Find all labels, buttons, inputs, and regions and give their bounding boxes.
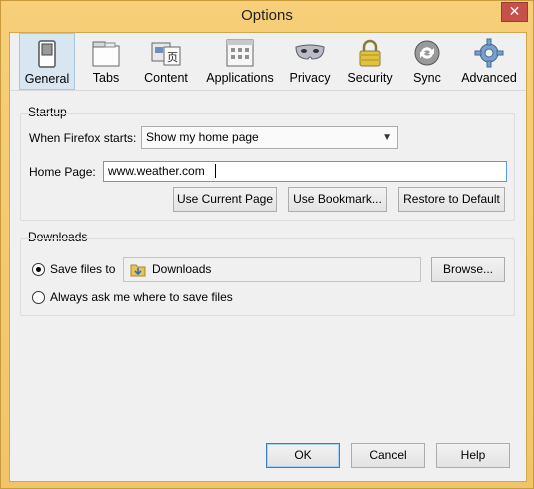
mask-icon: [295, 44, 325, 60]
close-icon: ✕: [508, 3, 521, 19]
tab-tabs-label: Tabs: [92, 71, 120, 85]
help-button[interactable]: Help: [436, 443, 510, 468]
when-starts-select[interactable]: Show my home page ▼: [141, 126, 398, 149]
lock-icon: [359, 39, 381, 67]
when-starts-label: When Firefox starts:: [29, 131, 137, 145]
sync-icon: [414, 40, 440, 66]
tab-privacy[interactable]: Privacy: [285, 33, 335, 90]
text-cursor-icon: [215, 164, 221, 178]
use-bookmark-button[interactable]: Use Bookmark...: [288, 187, 387, 212]
home-page-input[interactable]: www.weather.com: [103, 161, 507, 182]
save-files-label[interactable]: Save files to: [50, 262, 115, 276]
always-ask-label[interactable]: Always ask me where to save files: [50, 290, 233, 304]
home-page-value: www.weather.com: [108, 164, 205, 178]
download-folder-field[interactable]: Downloads: [123, 257, 421, 282]
tab-content[interactable]: 页 Content: [137, 33, 195, 90]
always-ask-radio[interactable]: [32, 291, 45, 304]
tab-sync[interactable]: Sync: [405, 33, 449, 90]
close-button[interactable]: ✕: [501, 2, 528, 22]
window-title: Options: [241, 7, 293, 24]
tabs-icon: [92, 41, 120, 67]
options-window: Options ✕ General Tabs 页 Content Applica…: [0, 0, 534, 489]
restore-default-button[interactable]: Restore to Default: [398, 187, 505, 212]
applications-icon: [226, 39, 254, 67]
dialog-client-area: General Tabs 页 Content Applications Priv…: [9, 32, 527, 482]
content-icon: 页: [151, 42, 181, 66]
tab-general-label: General: [24, 72, 70, 86]
tab-applications[interactable]: Applications: [201, 33, 279, 90]
home-page-label: Home Page:: [29, 165, 96, 179]
tab-content-label: Content: [144, 71, 188, 85]
tab-tabs[interactable]: Tabs: [81, 33, 131, 90]
save-files-radio[interactable]: [32, 263, 45, 276]
title-bar[interactable]: Options ✕: [1, 1, 533, 32]
chevron-down-icon: ▼: [382, 132, 392, 143]
browse-button[interactable]: Browse...: [431, 257, 505, 282]
tab-sync-label: Sync: [413, 71, 441, 85]
use-current-page-button[interactable]: Use Current Page: [173, 187, 277, 212]
switch-icon: [38, 40, 56, 68]
folder-icon: [130, 264, 146, 277]
tab-security-label: Security: [347, 71, 393, 85]
download-folder-value: Downloads: [152, 262, 212, 276]
tab-advanced-label: Advanced: [461, 71, 517, 85]
category-toolbar: General Tabs 页 Content Applications Priv…: [10, 33, 526, 91]
tab-advanced[interactable]: Advanced: [455, 33, 523, 90]
tab-general[interactable]: General: [19, 33, 75, 90]
ok-button[interactable]: OK: [266, 443, 340, 468]
tab-security[interactable]: Security: [341, 33, 399, 90]
svg-text:页: 页: [167, 51, 178, 64]
cancel-button[interactable]: Cancel: [351, 443, 425, 468]
tab-privacy-label: Privacy: [289, 71, 331, 85]
gear-icon: [474, 38, 504, 68]
tab-applications-label: Applications: [206, 71, 274, 85]
when-starts-value: Show my home page: [146, 130, 259, 144]
